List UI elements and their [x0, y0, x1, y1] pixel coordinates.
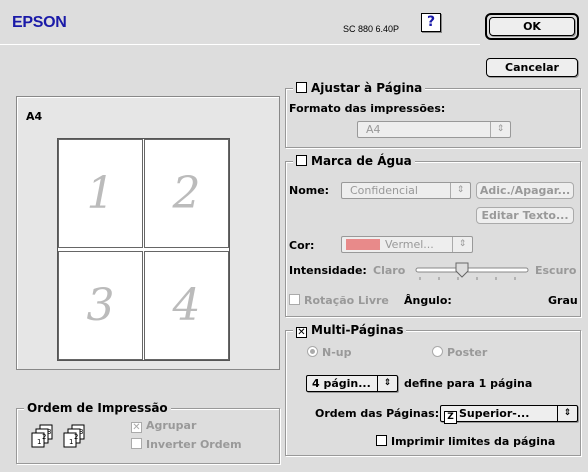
watermark-name-label: Nome:: [289, 184, 330, 197]
preview-paper-size: A4: [26, 110, 43, 123]
pages-per-sheet-suffix: define para 1 página: [404, 377, 533, 390]
ok-button[interactable]: OK: [489, 17, 575, 36]
reverse-order-checkbox[interactable]: [131, 438, 142, 449]
intensity-dark-label: Escuro: [535, 264, 577, 277]
print-order-title: Ordem de Impressão: [24, 401, 171, 415]
edit-text-button[interactable]: Editar Texto...: [476, 207, 574, 224]
watermark-title[interactable]: Marca de Água: [293, 154, 415, 168]
updown-arrow-icon: ⇕: [377, 376, 397, 391]
page-order-z-icon: Z: [444, 411, 457, 424]
reverse-order-label: Inverter Ordem: [146, 438, 242, 451]
reverse-order-option[interactable]: Inverter Ordem: [131, 438, 242, 451]
intensity-label: Intensidade:: [289, 264, 367, 277]
multi-page-label: Multi-Páginas: [311, 323, 404, 337]
cancel-button[interactable]: Cancelar: [486, 58, 578, 77]
page-order-select[interactable]: Z Superior-... ⇕: [440, 405, 578, 424]
output-format-value: A4: [366, 123, 381, 136]
collate-icon-page-b2: 2: [74, 433, 78, 441]
output-format-label: Formato das impressões:: [289, 102, 446, 115]
free-rotation-label: Rotação Livre: [304, 294, 389, 307]
watermark-checkbox[interactable]: [296, 155, 307, 166]
print-borders-option[interactable]: Imprimir limites da página: [376, 435, 555, 448]
watermark-name-value: Confidencial: [350, 184, 418, 197]
multi-page-checkbox[interactable]: ✕: [296, 327, 307, 338]
collate-checkbox[interactable]: ✕: [131, 422, 142, 433]
collate-icon: 3 2 1 3 2 1: [30, 424, 90, 452]
intensity-light-label: Claro: [373, 264, 406, 277]
watermark-color-value: Vermel...: [385, 238, 434, 251]
preview-sheet: 1 2 3 4: [57, 138, 230, 361]
free-rotation-option[interactable]: Rotação Livre: [289, 294, 389, 307]
collate-icon-page-b3: 3: [79, 428, 83, 436]
updown-arrow-icon: ⇕: [557, 406, 577, 421]
output-format-select[interactable]: A4 ⇕: [357, 121, 511, 138]
preview-page-2: 2: [144, 139, 229, 248]
collate-icon-page-b1: 1: [69, 438, 73, 446]
color-swatch: [346, 239, 380, 250]
page-order-label: Ordem das Páginas:: [315, 407, 440, 420]
collate-icon-page-a1: 1: [37, 438, 41, 446]
poster-label: Poster: [447, 346, 488, 359]
collate-icon-page-a2: 2: [42, 433, 46, 441]
multi-page-title[interactable]: ✕ Multi-Páginas: [293, 323, 407, 338]
header-separator: [0, 44, 480, 45]
print-borders-checkbox[interactable]: [376, 435, 387, 446]
watermark-color-label: Cor:: [289, 239, 315, 252]
angle-label: Ângulo:: [404, 294, 452, 307]
collate-icon-page-a3: 3: [47, 428, 51, 436]
page-order-value: Superior-...: [459, 407, 530, 420]
fit-to-page-group: [285, 88, 581, 148]
add-delete-button[interactable]: Adic./Apagar...: [476, 182, 574, 199]
preview-page-1: 1: [58, 139, 143, 248]
watermark-label: Marca de Água: [311, 154, 412, 168]
collate-label: Agrupar: [146, 419, 197, 432]
nup-radio[interactable]: [307, 346, 318, 357]
updown-arrow-icon: ⇕: [452, 237, 472, 252]
nup-label: N-up: [322, 346, 352, 359]
fit-to-page-title[interactable]: Ajustar à Página: [293, 81, 426, 95]
ok-button-frame: OK: [485, 13, 579, 40]
collate-option[interactable]: ✕ Agrupar: [131, 419, 196, 433]
poster-option[interactable]: Poster: [432, 346, 487, 359]
driver-version: SC 880 6.40P: [343, 24, 400, 34]
degree-label: Grau: [548, 294, 578, 307]
updown-arrow-icon: ⇕: [450, 183, 470, 198]
nup-option[interactable]: N-up: [307, 346, 351, 359]
intensity-slider[interactable]: [414, 262, 530, 282]
preview-page-4: 4: [144, 251, 229, 360]
preview-page-3: 3: [58, 251, 143, 360]
pages-per-sheet-select[interactable]: 4 págin... ⇕: [306, 375, 398, 392]
fit-to-page-label: Ajustar à Página: [311, 81, 423, 95]
watermark-color-select[interactable]: Vermel... ⇕: [341, 236, 473, 253]
help-button[interactable]: ?: [421, 13, 441, 32]
pages-per-sheet-value: 4 págin...: [312, 377, 371, 390]
watermark-name-select[interactable]: Confidencial ⇕: [341, 182, 471, 199]
updown-arrow-icon: ⇕: [490, 122, 510, 137]
fit-to-page-checkbox[interactable]: [296, 82, 307, 93]
print-borders-label: Imprimir limites da página: [391, 435, 556, 448]
epson-logo: EPSON: [12, 14, 67, 31]
poster-radio[interactable]: [432, 346, 443, 357]
free-rotation-checkbox[interactable]: [289, 294, 300, 305]
